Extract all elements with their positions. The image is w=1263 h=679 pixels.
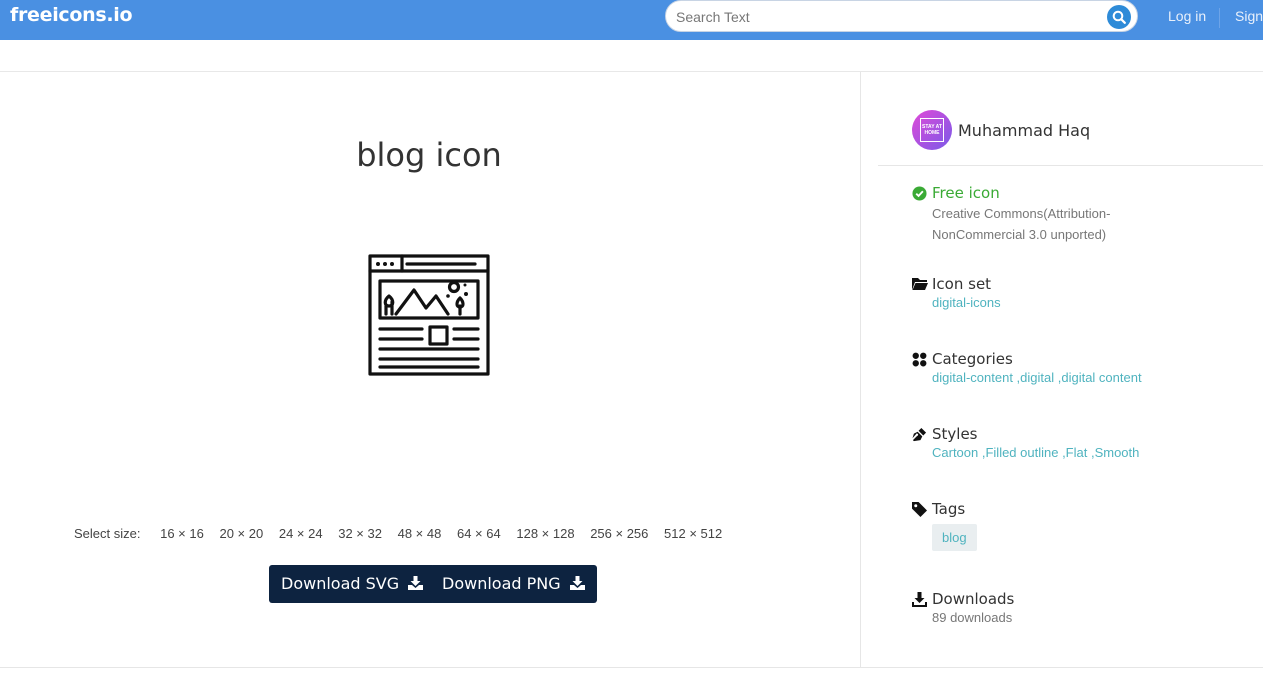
- search-icon: [1112, 10, 1126, 24]
- size-option[interactable]: 64 × 64: [457, 526, 501, 541]
- signup-link[interactable]: Sign: [1235, 8, 1263, 24]
- blog-preview-icon: [368, 254, 490, 376]
- author-name[interactable]: Muhammad Haq: [958, 121, 1090, 140]
- download-icon: [408, 576, 424, 590]
- downloads-block: Downloads 89 downloads: [912, 590, 1014, 628]
- size-option[interactable]: 128 × 128: [516, 526, 574, 541]
- download-icon: [569, 576, 585, 590]
- icon-detail-main: blog icon Select size: 16 × 16 20 × 20 2…: [0, 72, 861, 667]
- size-option[interactable]: 32 × 32: [338, 526, 382, 541]
- icon-set-block: Icon set digital-icons: [912, 275, 1001, 313]
- styles-title: Styles: [932, 425, 978, 443]
- downloads-count: 89 downloads: [932, 610, 1013, 625]
- tags-block: Tags blog: [912, 500, 977, 551]
- nav-divider: [1219, 8, 1220, 28]
- categories-block: Categories digital-content ,digital ,dig…: [912, 350, 1142, 388]
- avatar[interactable]: STAY AT HOME: [912, 110, 952, 150]
- icon-set-link[interactable]: digital-icons: [932, 293, 1001, 313]
- icon-set-title: Icon set: [932, 275, 992, 293]
- downloads-title: Downloads: [932, 590, 1015, 608]
- pen-icon: [912, 427, 927, 442]
- download-svg-button[interactable]: Download SVG: [269, 565, 436, 603]
- tag-icon: [912, 502, 927, 517]
- download-png-button[interactable]: Download PNG: [430, 565, 597, 603]
- search-input[interactable]: [676, 7, 1096, 27]
- icon-info-sidebar: STAY AT HOME Muhammad Haq Free icon Crea…: [862, 72, 1263, 667]
- size-option[interactable]: 512 × 512: [664, 526, 722, 541]
- tag-chip[interactable]: blog: [932, 524, 977, 551]
- divider: [878, 165, 1263, 166]
- size-option[interactable]: 16 × 16: [160, 526, 204, 541]
- categories-icon: [912, 352, 927, 367]
- download-png-label: Download PNG: [442, 574, 561, 593]
- license-text: NonCommercial 3.0 unported): [932, 227, 1107, 242]
- search-box: [665, 0, 1138, 32]
- style-links[interactable]: Cartoon ,Filled outline ,Flat ,Smooth: [932, 443, 1139, 463]
- categories-title: Categories: [932, 350, 1013, 368]
- tags-title: Tags: [932, 500, 966, 518]
- download-svg-label: Download SVG: [281, 574, 400, 593]
- check-circle-icon: [912, 186, 927, 201]
- styles-block: Styles Cartoon ,Filled outline ,Flat ,Sm…: [912, 425, 1139, 463]
- top-navbar: freeicons.io Log in Sign: [0, 0, 1263, 40]
- page-title: blog icon: [356, 136, 502, 174]
- folder-icon: [912, 278, 928, 290]
- size-option[interactable]: 20 × 20: [219, 526, 263, 541]
- free-icon-label: Free icon: [932, 184, 1000, 202]
- site-logo[interactable]: freeicons.io: [10, 4, 133, 26]
- footer-divider: [0, 667, 1263, 668]
- license-text: Creative Commons(Attribution-: [932, 206, 1111, 221]
- size-option[interactable]: 24 × 24: [279, 526, 323, 541]
- size-selector: Select size: 16 × 16 20 × 20 24 × 24 32 …: [74, 526, 734, 541]
- sub-bar: [0, 40, 1263, 72]
- size-option[interactable]: 256 × 256: [590, 526, 648, 541]
- select-size-label: Select size:: [74, 526, 141, 541]
- license-block: Free icon Creative Commons(Attribution- …: [912, 184, 1110, 245]
- category-links[interactable]: digital-content ,digital ,digital conten…: [932, 368, 1142, 388]
- download-icon: [912, 592, 927, 607]
- search-button[interactable]: [1107, 5, 1131, 29]
- login-link[interactable]: Log in: [1168, 8, 1206, 24]
- avatar-text: STAY AT HOME: [920, 118, 944, 142]
- size-option[interactable]: 48 × 48: [398, 526, 442, 541]
